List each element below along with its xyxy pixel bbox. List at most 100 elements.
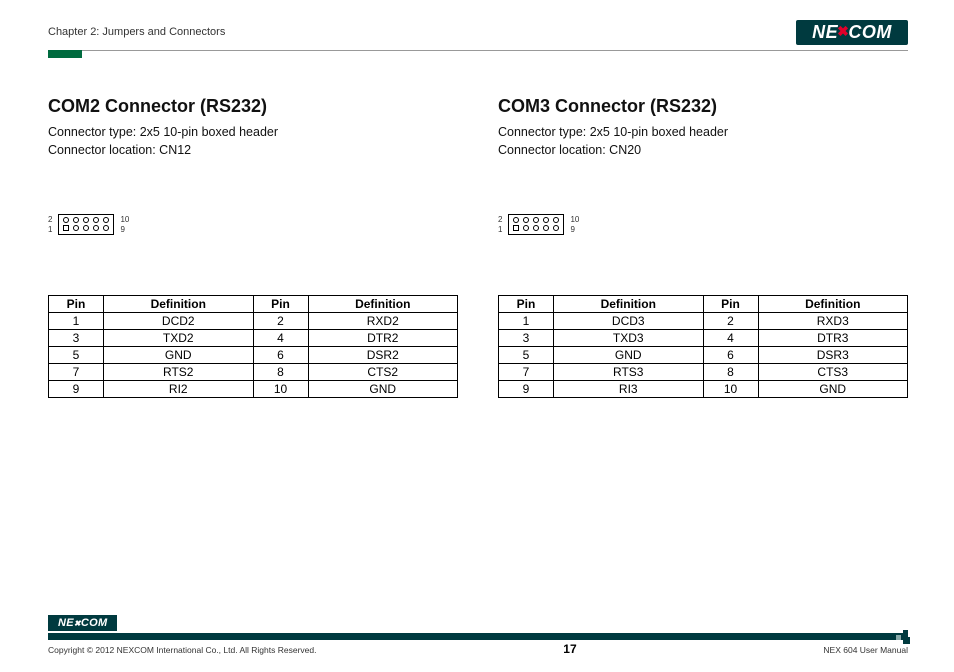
definition-cell: DSR2 (308, 347, 458, 364)
chapter-title: Chapter 2: Jumpers and Connectors (48, 26, 225, 38)
table-row: 3TXD24DTR2 (49, 330, 458, 347)
definition-cell: RXD2 (308, 313, 458, 330)
table-header: Definition (104, 296, 254, 313)
brand-logo: NE✖COM (796, 20, 908, 45)
section-title: COM2 Connector (RS232) (48, 96, 458, 117)
pin-cell: 7 (499, 364, 554, 381)
definition-cell: DTR2 (308, 330, 458, 347)
footer-ornament (896, 630, 910, 644)
section-com3: COM3 Connector (RS232) Connector type: 2… (498, 96, 908, 398)
table-header-row: Pin Definition Pin Definition (499, 296, 908, 313)
pin-cell: 1 (499, 313, 554, 330)
pin-label: 2 (48, 215, 52, 225)
pin-icon (93, 225, 99, 231)
pin-cell: 4 (253, 330, 308, 347)
table-header: Definition (554, 296, 704, 313)
pin-cell: 4 (703, 330, 758, 347)
table-row: 1DCD32RXD3 (499, 313, 908, 330)
pin-icon (83, 217, 89, 223)
definition-cell: GND (104, 347, 254, 364)
definition-cell: GND (308, 381, 458, 398)
pin-cell: 5 (49, 347, 104, 364)
pin-cell: 10 (253, 381, 308, 398)
table-header: Pin (703, 296, 758, 313)
connector-type: Connector type: 2x5 10-pin boxed header (498, 123, 908, 141)
pin-cell: 10 (703, 381, 758, 398)
definition-cell: TXD3 (554, 330, 704, 347)
pin-icon (523, 225, 529, 231)
pin-icon (93, 217, 99, 223)
pin-icon (83, 225, 89, 231)
pin-cell: 3 (499, 330, 554, 347)
pin-cell: 9 (499, 381, 554, 398)
pin-cell: 2 (253, 313, 308, 330)
table-row: 7RTS38CTS3 (499, 364, 908, 381)
pin-icon (543, 217, 549, 223)
definition-cell: TXD2 (104, 330, 254, 347)
pin-label: 2 (498, 215, 502, 225)
table-header: Pin (499, 296, 554, 313)
pin-cell: 8 (703, 364, 758, 381)
pin-definition-table: Pin Definition Pin Definition 1DCD32RXD3… (498, 295, 908, 398)
pin-definition-table: Pin Definition Pin Definition 1DCD22RXD2… (48, 295, 458, 398)
table-row: 7RTS28CTS2 (49, 364, 458, 381)
pin-icon (63, 217, 69, 223)
page-footer: NE✖COM Copyright © 2012 NEXCOM Internati… (48, 613, 908, 656)
page-header: Chapter 2: Jumpers and Connectors NE✖COM (48, 18, 908, 46)
pin-icon (513, 217, 519, 223)
section-com2: COM2 Connector (RS232) Connector type: 2… (48, 96, 458, 398)
copyright-text: Copyright © 2012 NEXCOM International Co… (48, 645, 316, 655)
definition-cell: CTS2 (308, 364, 458, 381)
pin1-icon (63, 225, 69, 231)
definition-cell: RXD3 (758, 313, 908, 330)
table-header: Pin (253, 296, 308, 313)
connector-location: Connector location: CN12 (48, 141, 458, 159)
pin-icon (73, 225, 79, 231)
doc-title: NEX 604 User Manual (823, 645, 908, 655)
connector-location: Connector location: CN20 (498, 141, 908, 159)
pin-icon (523, 217, 529, 223)
pin-cell: 6 (253, 347, 308, 364)
pin-icon (103, 217, 109, 223)
connector-diagram: 2 1 (498, 214, 908, 235)
diagram-left-labels: 2 1 (498, 215, 502, 235)
pin-icon (73, 217, 79, 223)
definition-cell: DTR3 (758, 330, 908, 347)
pin-label: 1 (498, 225, 502, 235)
pin-icon (543, 225, 549, 231)
page-number: 17 (563, 642, 576, 656)
pin-label: 9 (120, 225, 129, 235)
diagram-right-labels: 10 9 (570, 215, 579, 235)
table-body-com2: 1DCD22RXD23TXD24DTR25GND6DSR27RTS28CTS29… (49, 313, 458, 398)
pin-cell: 8 (253, 364, 308, 381)
definition-cell: RI3 (554, 381, 704, 398)
pin-icon (533, 217, 539, 223)
table-row: 3TXD34DTR3 (499, 330, 908, 347)
connector-box (58, 214, 114, 235)
table-header: Definition (308, 296, 458, 313)
header-rule (48, 50, 908, 51)
pin-label: 10 (120, 215, 129, 225)
pin-cell: 9 (49, 381, 104, 398)
connector-box (508, 214, 564, 235)
definition-cell: RTS3 (554, 364, 704, 381)
section-title: COM3 Connector (RS232) (498, 96, 908, 117)
definition-cell: GND (758, 381, 908, 398)
definition-cell: DSR3 (758, 347, 908, 364)
definition-cell: CTS3 (758, 364, 908, 381)
table-row: 5GND6DSR3 (499, 347, 908, 364)
pin-icon (103, 225, 109, 231)
footer-logo: NE✖COM (48, 615, 117, 631)
pin-icon (533, 225, 539, 231)
table-row: 9RI310GND (499, 381, 908, 398)
table-row: 9RI210GND (49, 381, 458, 398)
pin-cell: 7 (49, 364, 104, 381)
definition-cell: DCD2 (104, 313, 254, 330)
pin-label: 1 (48, 225, 52, 235)
definition-cell: RI2 (104, 381, 254, 398)
definition-cell: DCD3 (554, 313, 704, 330)
table-row: 1DCD22RXD2 (49, 313, 458, 330)
table-header: Pin (49, 296, 104, 313)
diagram-left-labels: 2 1 (48, 215, 52, 235)
pin-label: 10 (570, 215, 579, 225)
